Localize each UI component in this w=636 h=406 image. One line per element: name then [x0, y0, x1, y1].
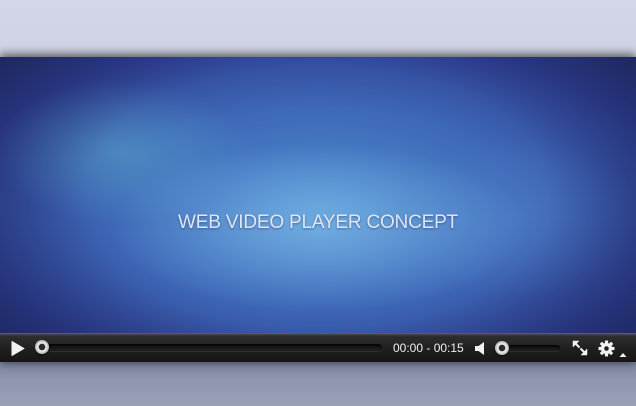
- play-button[interactable]: [9, 340, 27, 357]
- control-bar: 00:00 - 00:15: [0, 333, 636, 362]
- play-icon: [11, 341, 25, 356]
- settings-menu-toggle[interactable]: [619, 345, 627, 357]
- progress-handle[interactable]: [35, 340, 49, 354]
- fullscreen-icon: [572, 340, 588, 356]
- progress-bar[interactable]: [36, 344, 382, 351]
- volume-button[interactable]: [474, 341, 488, 356]
- volume-handle[interactable]: [495, 341, 509, 355]
- video-title: WEB VIDEO PLAYER CONCEPT: [178, 212, 458, 233]
- page-background-bottom: [0, 362, 636, 406]
- video-screen[interactable]: WEB VIDEO PLAYER CONCEPT: [0, 57, 636, 333]
- time-display: 00:00 - 00:15: [393, 341, 464, 355]
- video-player: WEB VIDEO PLAYER CONCEPT 00:00 - 00:15: [0, 57, 636, 362]
- gear-icon: [598, 340, 615, 357]
- caret-up-icon: [619, 353, 627, 357]
- fullscreen-button[interactable]: [572, 340, 588, 356]
- settings-button[interactable]: [598, 340, 615, 357]
- speaker-icon: [475, 342, 484, 355]
